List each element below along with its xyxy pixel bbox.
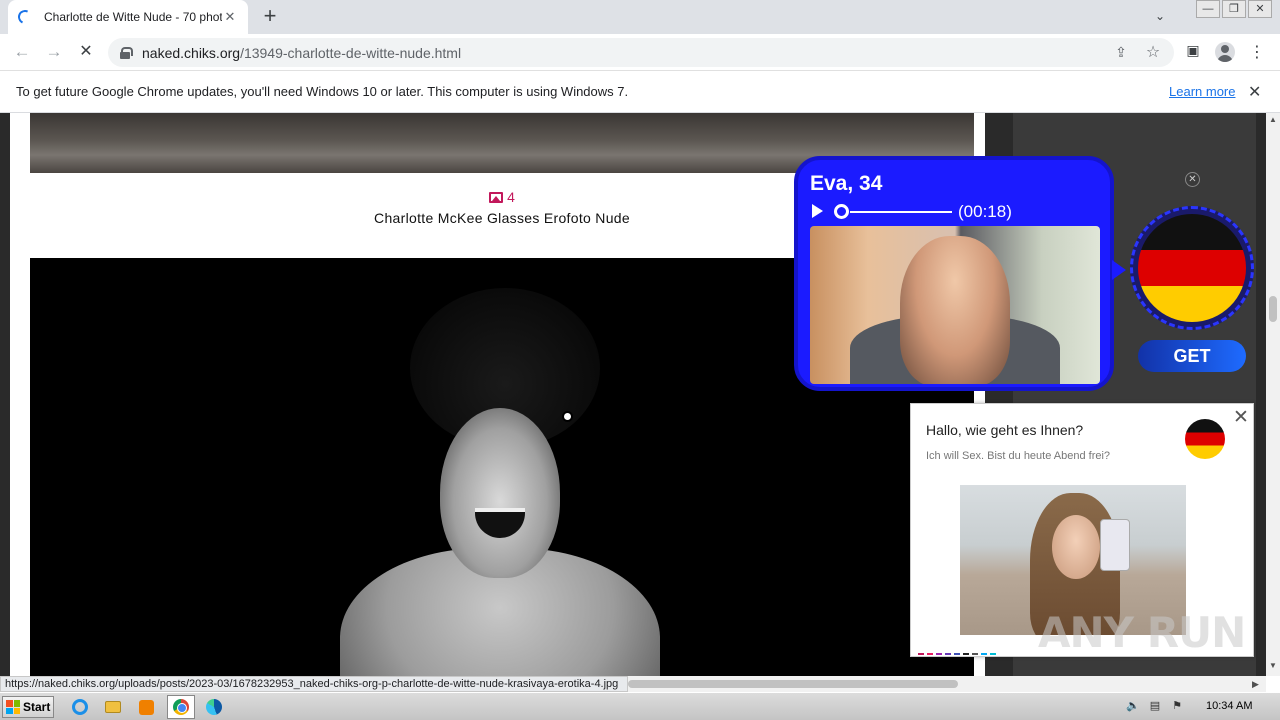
volume-icon[interactable]: 🔈	[1125, 697, 1141, 715]
taskbar-clock[interactable]: 10:34 AM	[1206, 700, 1252, 712]
chat-photo-face	[1052, 515, 1100, 579]
media-player-icon[interactable]	[135, 697, 157, 717]
start-label: Start	[23, 700, 51, 714]
chat-color-dots	[918, 653, 996, 655]
photo-counter: 4	[489, 189, 515, 205]
edge-icon[interactable]	[203, 697, 225, 717]
german-flag-icon	[1138, 214, 1246, 322]
back-button[interactable]: ←	[10, 40, 34, 64]
address-bar[interactable]: naked.chiks.org/13949-charlotte-de-witte…	[108, 38, 1174, 67]
new-tab-button[interactable]: +	[258, 5, 282, 29]
url-path: /13949-charlotte-de-witte-nude.html	[240, 44, 462, 61]
close-window-button[interactable]: ✕	[1248, 0, 1272, 18]
restore-button[interactable]: ❐	[1222, 0, 1246, 18]
audio-duration: (00:18)	[958, 202, 1012, 221]
infobar-message: To get future Google Chrome updates, you…	[16, 84, 629, 99]
tab-active[interactable]: Charlotte de Witte Nude - 70 photo ✕	[8, 0, 248, 34]
vertical-scrollbar[interactable]: ▲ ▼	[1266, 113, 1280, 676]
update-infobar: To get future Google Chrome updates, you…	[0, 71, 1280, 113]
german-flag-badge[interactable]	[1130, 206, 1254, 330]
scroll-down-icon[interactable]: ▼	[1266, 661, 1280, 673]
photo-count: 4	[507, 189, 515, 205]
chat-photo-phone	[1100, 519, 1130, 571]
german-flag-icon	[1185, 419, 1225, 459]
ad-eva-photo[interactable]	[810, 226, 1100, 384]
lock-icon[interactable]	[120, 46, 133, 59]
image-icon	[489, 191, 504, 203]
chat-title: Hallo, wie geht es Ihnen?	[926, 422, 1084, 438]
chat-subtitle: Ich will Sex. Bist du heute Abend frei?	[926, 450, 1111, 462]
window-controls: — ❐ ✕	[1196, 0, 1272, 20]
get-button[interactable]: GET	[1138, 340, 1246, 372]
chat-close-icon[interactable]: ✕	[1233, 406, 1249, 429]
ad-eva-photo-face	[900, 236, 1010, 384]
tab-search-chevron-icon[interactable]: ⌄	[1152, 9, 1168, 25]
ad-eva-card[interactable]: Eva, 34 (00:18)	[794, 156, 1114, 391]
play-icon[interactable]	[812, 204, 823, 218]
audio-progress-knob[interactable]	[834, 204, 849, 219]
windows-logo-icon	[6, 700, 20, 714]
network-icon[interactable]: ▤	[1147, 697, 1163, 715]
browser-toolbar: ← → ✕ naked.chiks.org/13949-charlotte-de…	[0, 34, 1280, 71]
tab-strip: Charlotte de Witte Nude - 70 photo ✕ + ⌄…	[0, 0, 1280, 34]
system-tray: 🔈 ▤ ⚑	[1125, 697, 1185, 715]
action-center-flag-icon[interactable]: ⚑	[1169, 697, 1185, 715]
ad-eva-pointer	[1112, 260, 1126, 280]
ad-eva-name: Eva, 34	[810, 172, 883, 195]
mouse-cursor-icon	[562, 411, 573, 422]
scroll-right-icon[interactable]: ▶	[1252, 679, 1259, 690]
minimize-button[interactable]: —	[1196, 0, 1220, 18]
windows-taskbar: Start 🔈 ▤ ⚑ 10:34 AM	[0, 692, 1280, 720]
photo-subject-face	[440, 408, 560, 578]
url-host: naked.chiks.org	[142, 44, 241, 61]
horizontal-scrollbar[interactable]	[628, 676, 1266, 692]
anyrun-watermark: ANY RUN	[1038, 608, 1246, 657]
loading-spinner-icon	[16, 8, 34, 26]
chrome-taskbar-icon[interactable]	[167, 695, 195, 719]
internet-explorer-icon[interactable]	[69, 697, 91, 717]
stop-loading-button[interactable]: ✕	[74, 40, 98, 64]
side-panel-icon[interactable]: ▣	[1183, 42, 1203, 62]
ad-close-icon[interactable]: ✕	[1185, 172, 1200, 187]
horizontal-scroll-thumb[interactable]	[628, 680, 958, 688]
infobar-close-icon[interactable]: ✕	[1248, 82, 1261, 102]
bookmark-star-icon[interactable]: ☆	[1144, 42, 1162, 62]
scroll-up-icon[interactable]: ▲	[1266, 115, 1280, 127]
share-icon[interactable]: ⇪	[1112, 44, 1130, 61]
audio-progress-track[interactable]	[850, 211, 952, 213]
tab-close-icon[interactable]: ✕	[222, 9, 238, 25]
vertical-scroll-thumb[interactable]	[1269, 296, 1277, 322]
profile-avatar-icon[interactable]	[1215, 42, 1235, 62]
tab-title: Charlotte de Witte Nude - 70 photo	[44, 10, 222, 24]
learn-more-link[interactable]: Learn more	[1169, 84, 1235, 99]
status-bar-link: https://naked.chiks.org/uploads/posts/20…	[0, 676, 628, 692]
menu-kebab-icon[interactable]: ⋮	[1247, 42, 1267, 62]
forward-button[interactable]: →	[42, 40, 66, 64]
file-explorer-icon[interactable]	[102, 697, 124, 717]
start-button[interactable]: Start	[2, 696, 54, 718]
